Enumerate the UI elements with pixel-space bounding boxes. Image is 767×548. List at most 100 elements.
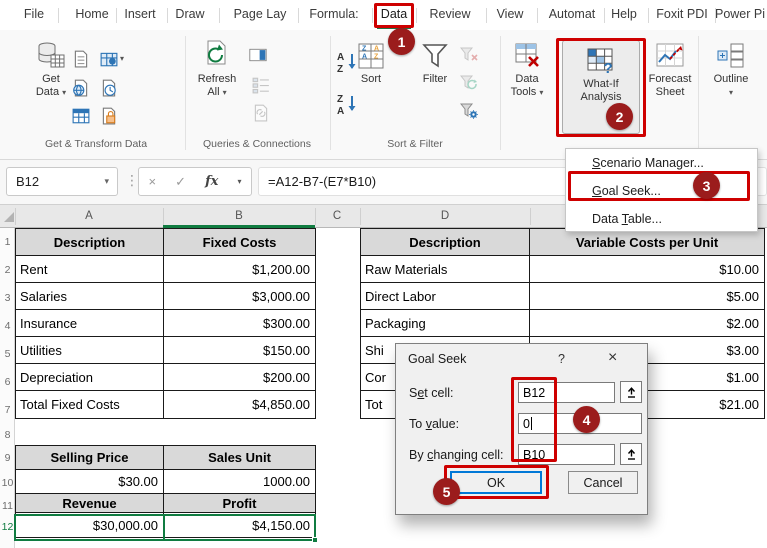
row-header-10[interactable]: 10 xyxy=(0,477,15,489)
sort-z-to-a-icon[interactable]: ZA xyxy=(336,92,360,116)
properties-icon[interactable] xyxy=(252,76,270,94)
cell-a2[interactable]: Rent xyxy=(16,256,164,282)
insert-function-icon[interactable]: fx xyxy=(205,174,218,189)
existing-connections-icon[interactable] xyxy=(100,107,118,125)
cell-e4[interactable]: $2.00 xyxy=(530,310,764,336)
row-header-6[interactable]: 6 xyxy=(0,376,15,388)
cell-b10[interactable]: 1000.00 xyxy=(164,470,315,493)
row-header-11[interactable]: 11 xyxy=(0,500,15,512)
chevron-down-icon[interactable]: ▾ xyxy=(104,176,109,187)
menu-item-data-table[interactable]: Data Table... xyxy=(566,205,757,233)
table-row[interactable]: Packaging $2.00 xyxy=(361,310,764,337)
row-header-5[interactable]: 5 xyxy=(0,348,15,360)
table-row[interactable]: Depreciation $200.00 xyxy=(16,364,315,391)
row-header-3[interactable]: 3 xyxy=(0,292,15,304)
cell-a6[interactable]: Depreciation xyxy=(16,364,164,390)
forecast-sheet-button[interactable]: Forecast Sheet xyxy=(644,42,696,99)
ok-button[interactable]: OK xyxy=(450,471,542,494)
reapply-filter-icon[interactable] xyxy=(460,74,478,92)
data-tools-button[interactable]: Data Tools ▾ xyxy=(502,42,552,99)
table-row[interactable]: $30.00 1000.00 xyxy=(16,470,315,494)
cell-b11[interactable]: Profit xyxy=(164,494,315,512)
cancel-entry-icon[interactable]: × xyxy=(149,174,157,189)
get-data-button[interactable]: Get Data ▾ xyxy=(24,40,78,99)
table-row[interactable]: Utilities $150.00 xyxy=(16,337,315,364)
cell-a4[interactable]: Insurance xyxy=(16,310,164,336)
tab-help[interactable]: Help xyxy=(611,7,637,21)
cell-b2[interactable]: $1,200.00 xyxy=(164,256,315,282)
from-text-csv-icon[interactable] xyxy=(72,50,90,68)
tab-insert[interactable]: Insert xyxy=(124,7,155,21)
cell-e3[interactable]: $5.00 xyxy=(530,283,764,309)
table-row[interactable]: Selling Price Sales Unit xyxy=(16,446,315,470)
select-all-corner[interactable] xyxy=(4,212,14,222)
set-cell-input[interactable] xyxy=(518,382,615,403)
close-icon[interactable]: × xyxy=(608,349,617,367)
cell-d2[interactable]: Raw Materials xyxy=(361,256,530,282)
column-header-d[interactable]: D xyxy=(441,210,449,222)
sort-button[interactable]: Z A A Z Sort xyxy=(352,42,390,86)
tab-formulas[interactable]: Formula: xyxy=(309,7,358,21)
tab-file[interactable]: File xyxy=(24,7,44,21)
tab-draw[interactable]: Draw xyxy=(175,7,204,21)
cell-d1[interactable]: Description xyxy=(361,229,530,255)
cell-b12[interactable]: $4,150.00 xyxy=(164,513,315,537)
range-picker-icon[interactable] xyxy=(620,443,642,465)
tab-data[interactable]: Data xyxy=(381,7,407,21)
table-row[interactable]: Rent $1,200.00 xyxy=(16,256,315,283)
table-row[interactable]: Direct Labor $5.00 xyxy=(361,283,764,310)
column-header-c[interactable]: C xyxy=(333,210,341,222)
row-header-9[interactable]: 9 xyxy=(0,452,15,464)
cell-b4[interactable]: $300.00 xyxy=(164,310,315,336)
cell-a10[interactable]: $30.00 xyxy=(16,470,164,493)
cell-b7[interactable]: $4,850.00 xyxy=(164,391,315,418)
name-box[interactable]: B12 ▾ xyxy=(6,167,118,196)
menu-item-scenario-manager[interactable]: Scenario Manager... xyxy=(566,149,757,177)
advanced-filter-icon[interactable] xyxy=(460,102,478,120)
tab-review[interactable]: Review xyxy=(430,7,471,21)
recent-sources-icon[interactable] xyxy=(100,79,118,97)
table-row[interactable]: Revenue Profit xyxy=(16,494,315,513)
by-changing-cell-input[interactable] xyxy=(518,444,615,465)
from-picture-icon[interactable] xyxy=(100,50,118,68)
edit-links-icon[interactable] xyxy=(252,104,270,122)
table-row[interactable]: Salaries $3,000.00 xyxy=(16,283,315,310)
cell-d4[interactable]: Packaging xyxy=(361,310,530,336)
table-row[interactable]: Total Fixed Costs $4,850.00 xyxy=(16,391,315,418)
cancel-button[interactable]: Cancel xyxy=(568,471,638,494)
range-picker-icon[interactable] xyxy=(620,381,642,403)
cell-a11[interactable]: Revenue xyxy=(16,494,164,512)
cell-b1[interactable]: Fixed Costs xyxy=(164,229,315,255)
from-table-range-icon[interactable] xyxy=(72,107,90,125)
filter-button[interactable]: Filter xyxy=(412,42,458,86)
table-row[interactable]: Insurance $300.00 xyxy=(16,310,315,337)
tab-automate[interactable]: Automat xyxy=(549,7,596,21)
cell-a3[interactable]: Salaries xyxy=(16,283,164,309)
tab-page-layout[interactable]: Page Lay xyxy=(234,7,287,21)
row-header-8[interactable]: 8 xyxy=(0,429,15,441)
outline-button[interactable]: Outline ▾ xyxy=(704,42,758,99)
clear-filter-icon[interactable] xyxy=(460,46,478,64)
column-header-a[interactable]: A xyxy=(85,210,93,222)
row-header-7[interactable]: 7 xyxy=(0,404,15,416)
chevron-down-icon[interactable]: ▾ xyxy=(120,54,124,63)
cell-b5[interactable]: $150.00 xyxy=(164,337,315,363)
cell-a12[interactable]: $30,000.00 xyxy=(16,513,164,537)
table-row[interactable]: Raw Materials $10.00 xyxy=(361,256,764,283)
refresh-all-button[interactable]: Refresh All ▾ xyxy=(189,40,245,99)
row-header-2[interactable]: 2 xyxy=(0,264,15,276)
table-row[interactable]: $30,000.00 $4,150.00 xyxy=(16,513,315,537)
column-header-b[interactable]: B xyxy=(235,210,243,222)
cell-a7[interactable]: Total Fixed Costs xyxy=(16,391,164,418)
cell-d3[interactable]: Direct Labor xyxy=(361,283,530,309)
from-web-icon[interactable] xyxy=(72,79,90,97)
cell-b6[interactable]: $200.00 xyxy=(164,364,315,390)
confirm-entry-icon[interactable]: ✓ xyxy=(175,174,186,190)
queries-connections-pane-icon[interactable] xyxy=(249,46,267,64)
tab-power-pivot[interactable]: Power Pi xyxy=(715,7,765,21)
tab-home[interactable]: Home xyxy=(75,7,108,21)
row-header-12[interactable]: 12 xyxy=(0,521,15,533)
cell-a5[interactable]: Utilities xyxy=(16,337,164,363)
cell-a1[interactable]: Description xyxy=(16,229,164,255)
cell-b9[interactable]: Sales Unit xyxy=(164,446,315,469)
